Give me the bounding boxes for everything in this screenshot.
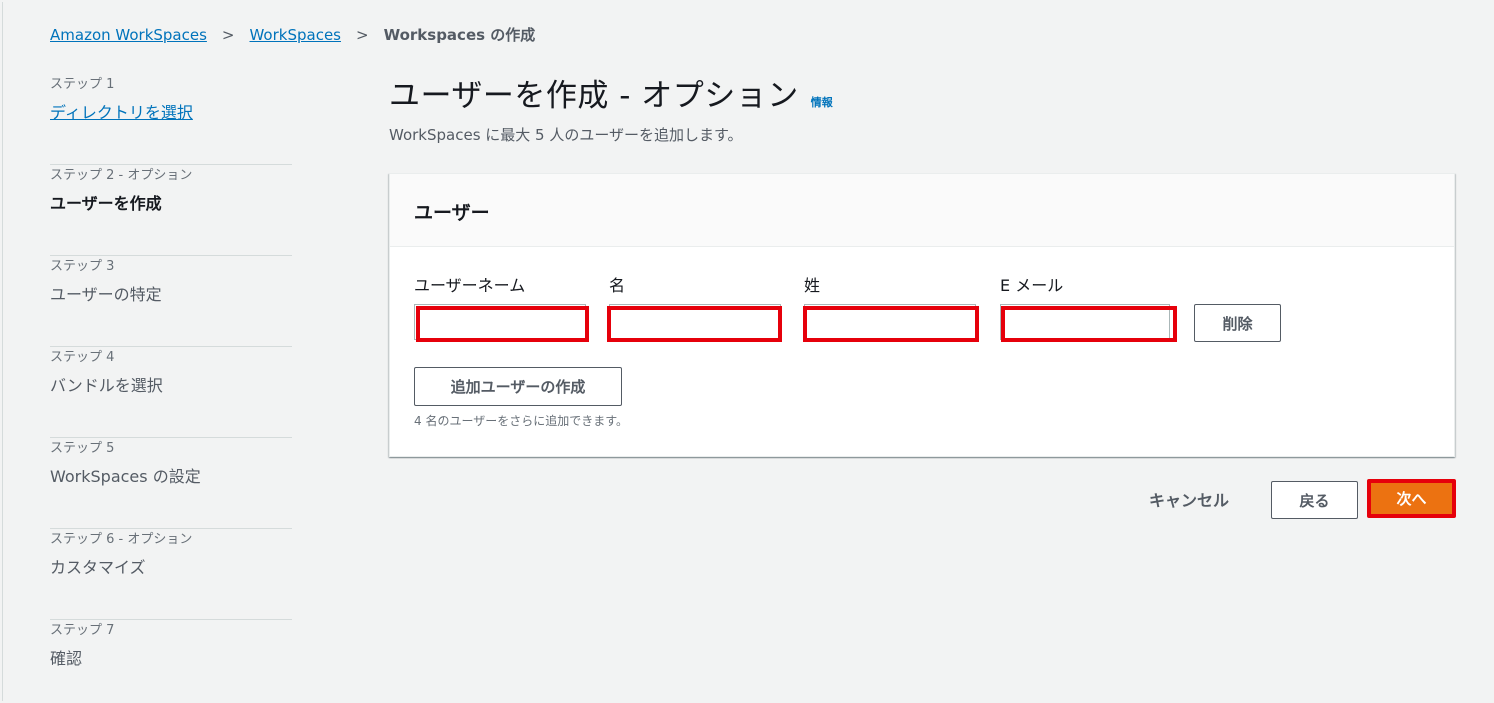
- first-name-input[interactable]: [609, 304, 781, 340]
- page-header: ユーザーを作成 - オプション 情報: [389, 70, 833, 115]
- add-user-button[interactable]: 追加ユーザーの作成: [414, 367, 622, 406]
- next-button[interactable]: 次へ: [1367, 479, 1456, 518]
- wizard-steps: ステップ 1 ディレクトリを選択 ステップ 2 - オプション ユーザーを作成 …: [50, 74, 292, 703]
- first-name-label: 名: [609, 276, 626, 295]
- wizard-step-2: ステップ 2 - オプション ユーザーを作成: [50, 165, 292, 256]
- step-number: ステップ 3: [50, 259, 115, 274]
- page-description: WorkSpaces に最大 5 人のユーザーを追加します。: [389, 126, 743, 144]
- step-link-select-directory[interactable]: ディレクトリを選択: [50, 102, 292, 124]
- email-label: E メール: [1000, 276, 1064, 295]
- chevron-right-icon: >: [221, 25, 235, 44]
- step-number: ステップ 4: [50, 350, 115, 365]
- breadcrumb: Amazon WorkSpaces > WorkSpaces > Workspa…: [50, 24, 535, 45]
- wizard-step-3: ステップ 3 ユーザーの特定: [50, 256, 292, 347]
- last-name-input[interactable]: [804, 304, 976, 340]
- username-input[interactable]: [414, 304, 586, 340]
- wizard-step-1: ステップ 1 ディレクトリを選択: [50, 74, 292, 165]
- step-title-create-user: ユーザーを作成: [50, 194, 162, 213]
- step-number: ステップ 5: [50, 441, 115, 456]
- email-input[interactable]: [1000, 304, 1170, 340]
- page-title: ユーザーを作成 - オプション: [389, 78, 799, 114]
- breadcrumb-link-amazon-workspaces[interactable]: Amazon WorkSpaces: [50, 26, 207, 44]
- step-number: ステップ 7: [50, 623, 115, 638]
- step-number: ステップ 1: [50, 77, 115, 92]
- last-name-label: 姓: [804, 276, 821, 295]
- panel-header: ユーザー: [390, 174, 1454, 247]
- step-number: ステップ 6 - オプション: [50, 532, 193, 547]
- wizard-step-6: ステップ 6 - オプション カスタマイズ: [50, 529, 292, 620]
- step-title-customize: カスタマイズ: [50, 558, 146, 577]
- remove-user-button[interactable]: 削除: [1194, 304, 1281, 342]
- wizard-step-4: ステップ 4 バンドルを選択: [50, 347, 292, 438]
- wizard-step-7: ステップ 7 確認: [50, 620, 292, 703]
- wizard-step-5: ステップ 5 WorkSpaces の設定: [50, 438, 292, 529]
- step-title-configure-workspaces: WorkSpaces の設定: [50, 467, 201, 486]
- breadcrumb-current: Workspaces の作成: [383, 26, 536, 44]
- back-button[interactable]: 戻る: [1271, 481, 1358, 519]
- panel-title: ユーザー: [414, 202, 490, 224]
- info-link[interactable]: 情報: [811, 94, 833, 110]
- users-panel: ユーザー ユーザーネーム 名 姓 E メール 削除 追加ユーザーの作成 4 名の…: [389, 173, 1455, 457]
- step-number: ステップ 2 - オプション: [50, 168, 193, 183]
- step-title-review: 確認: [50, 649, 83, 668]
- breadcrumb-link-workspaces[interactable]: WorkSpaces: [249, 26, 341, 44]
- step-title-identify-users: ユーザーの特定: [50, 285, 162, 304]
- chevron-right-icon: >: [356, 25, 369, 44]
- add-user-hint: 4 名のユーザーをさらに追加できます。: [414, 414, 629, 428]
- step-title-select-bundle: バンドルを選択: [50, 376, 163, 395]
- username-label: ユーザーネーム: [414, 276, 526, 295]
- cancel-button[interactable]: キャンセル: [1149, 487, 1229, 511]
